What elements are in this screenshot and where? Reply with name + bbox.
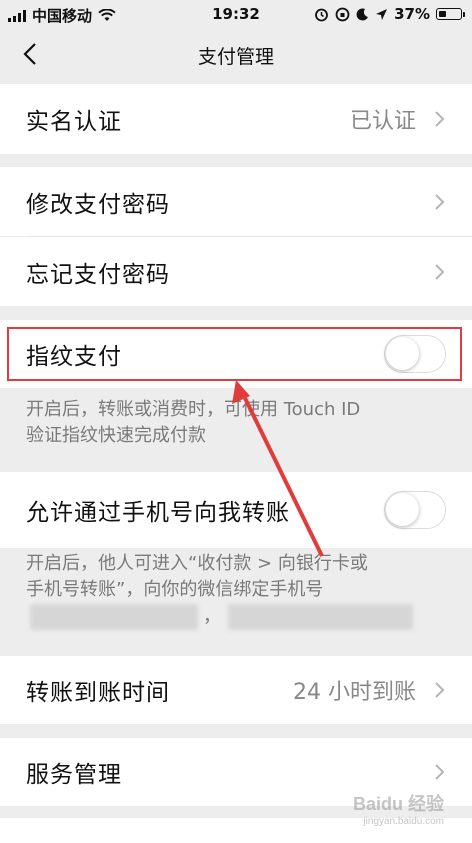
annotation-arrow-icon [232,380,324,557]
watermark-text: Baidu 经验 [352,794,444,814]
watermark-subtext: jingyan.baidu.com [363,816,444,827]
watermark-logo: Baidu 经验 jingyan.baidu.com [353,790,444,827]
